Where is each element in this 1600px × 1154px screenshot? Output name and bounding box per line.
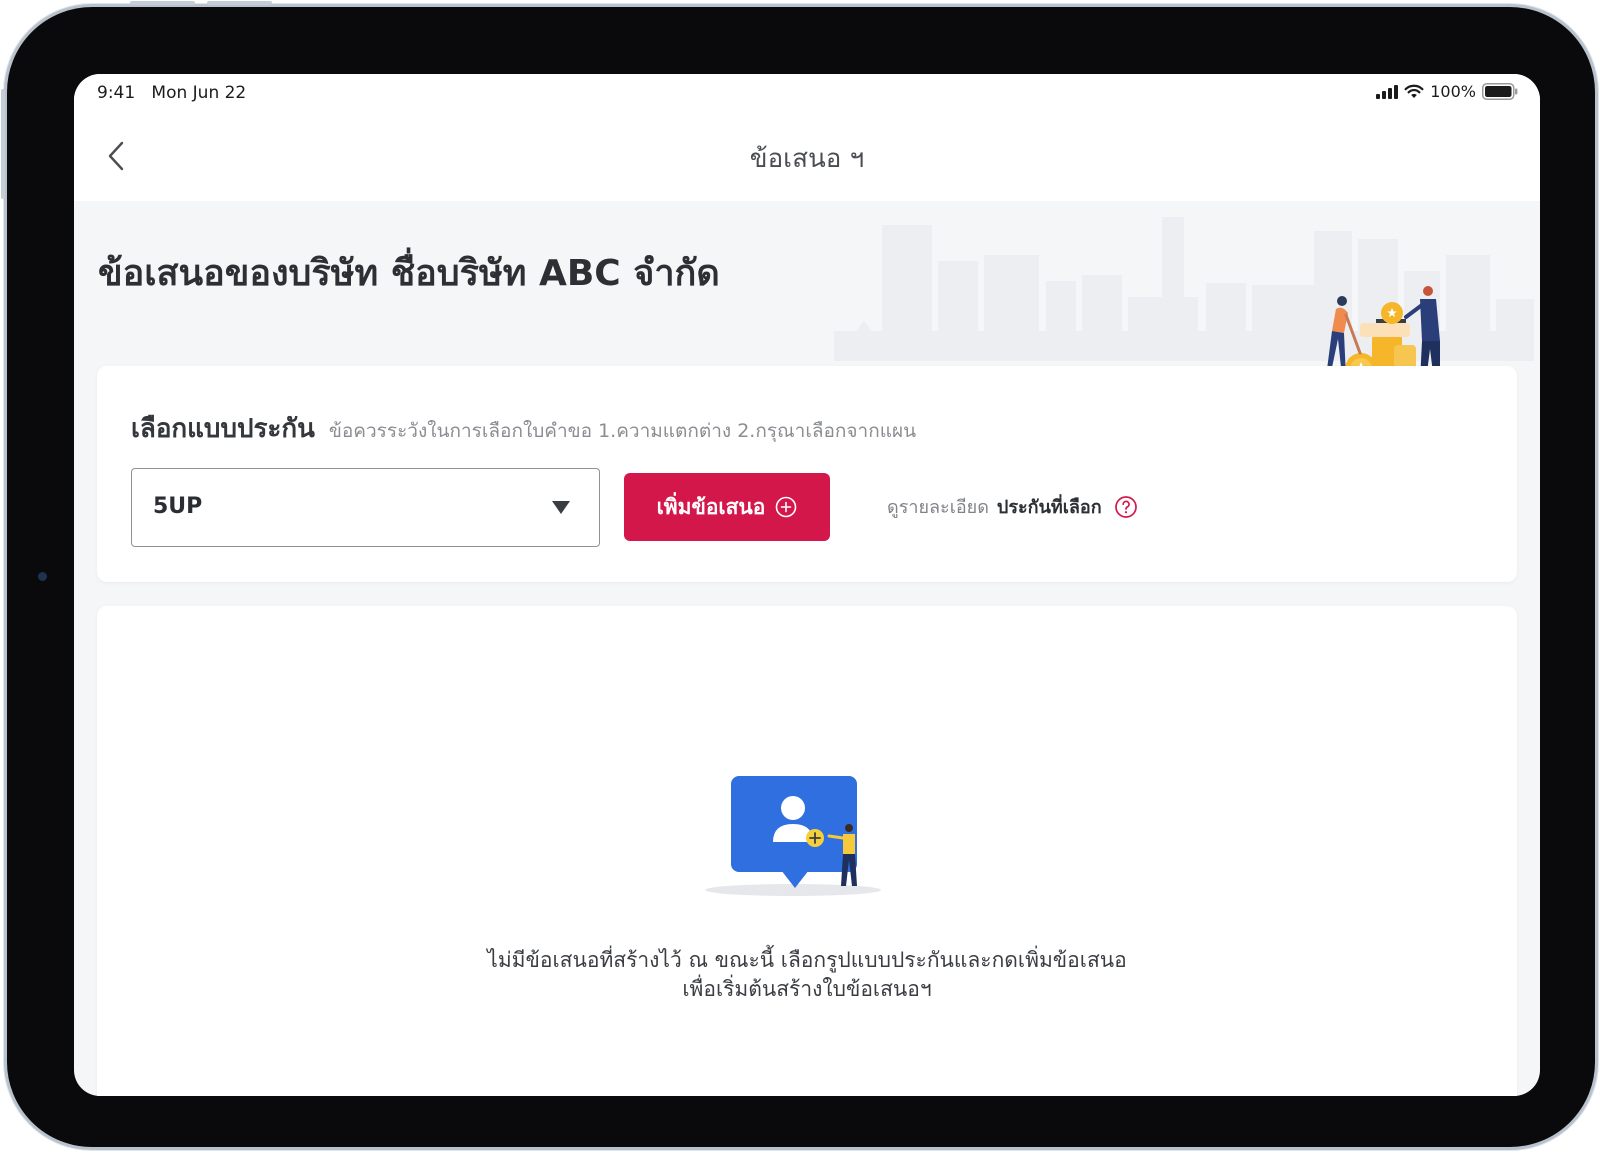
plus-circle-icon	[776, 496, 797, 518]
plan-dropdown[interactable]: 5UP	[131, 468, 600, 547]
status-time-date: 9:41 Mon Jun 22	[97, 83, 246, 103]
status-bar: 9:41 Mon Jun 22 100%	[74, 74, 1540, 118]
add-user-chat-illustration	[705, 776, 881, 896]
nav-title: ข้อเสนอ ฯ	[749, 144, 865, 174]
battery-percent: 100%	[1430, 82, 1476, 101]
add-offer-button[interactable]: เพิ่มข้อเสนอ	[624, 473, 830, 541]
cellular-signal-icon	[1376, 84, 1399, 99]
battery-icon	[1482, 83, 1518, 100]
offers-empty-state-card: ไม่มีข้อเสนอที่สร้างไว้ ณ ขณะนี้ เลือกรู…	[97, 606, 1517, 1096]
volume-down-button	[207, 1, 272, 5]
front-camera	[38, 572, 47, 581]
tablet-frame: 9:41 Mon Jun 22 100% ข้อเสนอ ฯ ข้อเสนอขอ…	[1, 1, 1598, 1150]
power-button	[1, 89, 5, 199]
status-time: 9:41	[97, 83, 136, 103]
empty-state-line-2: เพื่อเริ่มต้นสร้างใบข้อเสนอฯ	[682, 977, 932, 1001]
plan-selection-card: เลือกแบบประกัน ข้อควรระวังในการเลือกใบคำ…	[97, 366, 1517, 582]
app-screen: 9:41 Mon Jun 22 100% ข้อเสนอ ฯ ข้อเสนอขอ…	[74, 74, 1540, 1096]
plan-selection-heading: เลือกแบบประกัน ข้อควรระวังในการเลือกใบคำ…	[131, 408, 916, 449]
caret-down-icon	[552, 501, 570, 514]
plan-selection-hint: ข้อควรระวังในการเลือกใบคำขอ 1.ความแตกต่า…	[328, 420, 917, 442]
add-offer-button-label: เพิ่มข้อเสนอ	[656, 494, 766, 519]
plan-selection-label: เลือกแบบประกัน	[131, 414, 315, 444]
empty-state-message: ไม่มีข้อเสนอที่สร้างไว้ ณ ขณะนี้ เลือกรู…	[97, 946, 1517, 1004]
navigation-bar: ข้อเสนอ ฯ	[74, 118, 1540, 201]
details-link-strong: ประกันที่เลือก	[996, 497, 1102, 518]
wifi-icon	[1404, 84, 1424, 98]
plan-dropdown-value: 5UP	[153, 494, 203, 519]
status-indicators: 100%	[1376, 82, 1518, 101]
page-title: ข้อเสนอของบริษัท ชื่อบริษัท ABC จำกัด	[98, 253, 720, 294]
question-circle-icon[interactable]	[1114, 495, 1138, 519]
status-date: Mon Jun 22	[151, 83, 247, 103]
selected-plan-details-link[interactable]: ดูรายละเอียด ประกันที่เลือก	[887, 492, 1138, 521]
details-link-label: ดูรายละเอียด	[887, 497, 989, 518]
volume-up-button	[130, 1, 195, 5]
empty-state-line-1: ไม่มีข้อเสนอที่สร้างไว้ ณ ขณะนี้ เลือกรู…	[487, 948, 1127, 972]
